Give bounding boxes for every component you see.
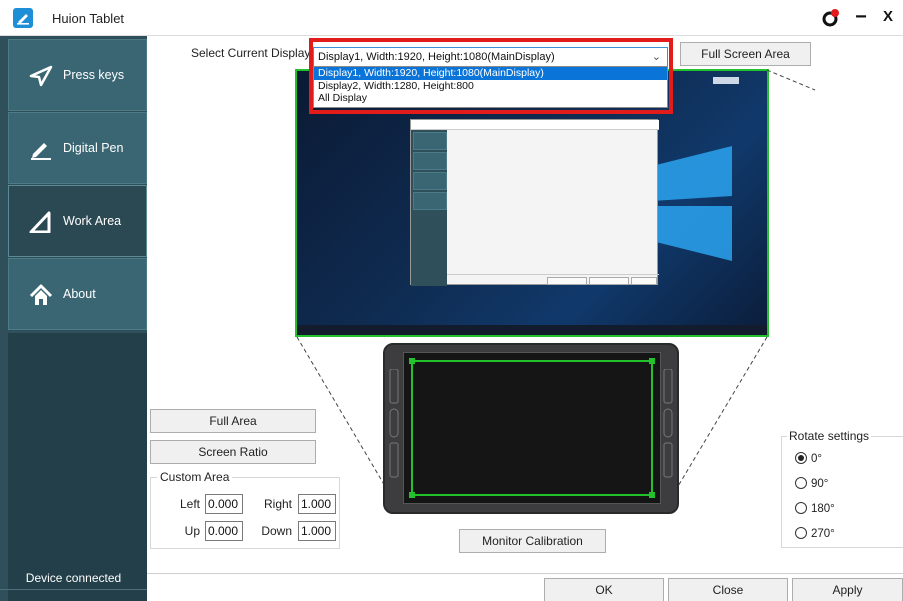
sidebar-item-work-area[interactable]: Work Area: [8, 185, 147, 257]
corner-handle[interactable]: [649, 492, 655, 498]
display-options-list: Display1, Width:1920, Height:1080(MainDi…: [313, 66, 668, 108]
home-icon: [29, 284, 53, 305]
work-area-icon: [29, 211, 51, 233]
display-select-value: Display1, Width:1920, Height:1080(MainDi…: [318, 51, 555, 63]
select-display-label: Select Current Display: [191, 46, 311, 60]
ok-button[interactable]: OK: [544, 578, 664, 601]
rotate-option-90[interactable]: 90°: [795, 477, 828, 490]
rotate-option-label: 270°: [811, 528, 835, 540]
corner-handle[interactable]: [409, 358, 415, 364]
corner-handle[interactable]: [649, 358, 655, 364]
mini-nav-item: [413, 152, 447, 170]
desktop-badge: [713, 77, 739, 84]
radio-button[interactable]: [795, 527, 807, 539]
windows-logo-icon: [652, 146, 732, 261]
rotate-option-label: 180°: [811, 503, 835, 515]
right-field[interactable]: [298, 494, 336, 514]
radio-button[interactable]: [795, 502, 807, 514]
mini-title-bar: [411, 120, 659, 130]
sidebar-item-label: Press keys: [63, 68, 125, 82]
preview-taskbar: [297, 325, 767, 335]
sidebar-item-about[interactable]: About: [8, 258, 147, 330]
tablet-keys-left: [389, 369, 399, 478]
sidebar-item-label: Work Area: [63, 214, 122, 228]
device-status: Device connected: [25, 571, 122, 585]
display-option-display2[interactable]: Display2, Width:1280, Height:800: [314, 80, 667, 93]
sidebar-item-press-keys[interactable]: Press keys: [8, 39, 147, 111]
send-arrow-icon: [29, 65, 53, 87]
sidebar-item-label: About: [63, 287, 96, 301]
rotate-settings-label: Rotate settings: [787, 429, 872, 443]
full-area-button[interactable]: Full Area: [150, 409, 316, 433]
full-screen-area-button[interactable]: Full Screen Area: [680, 42, 811, 66]
tablet-screen: [403, 352, 661, 504]
sidebar-item-digital-pen[interactable]: Digital Pen: [8, 112, 147, 184]
huion-app-icon: [13, 8, 33, 28]
title-bar: Huion Tablet − X: [0, 0, 903, 36]
tablet-active-area[interactable]: [409, 358, 655, 498]
monitor-calibration-button[interactable]: Monitor Calibration: [459, 529, 606, 553]
settings-icon[interactable]: [820, 7, 842, 29]
mini-footer: [447, 274, 659, 286]
display-select[interactable]: Display1, Width:1920, Height:1080(MainDi…: [313, 47, 668, 67]
pen-icon: [31, 143, 51, 160]
tablet-keys-right: [663, 369, 673, 478]
rotate-option-label: 0°: [811, 453, 822, 465]
radio-button[interactable]: [795, 452, 807, 464]
rotate-option-label: 90°: [811, 478, 829, 490]
mini-button: [631, 277, 657, 285]
screen-ratio-button[interactable]: Screen Ratio: [150, 440, 316, 464]
mini-sidebar: [411, 130, 447, 286]
rotate-option-270[interactable]: 270°: [795, 527, 835, 540]
rotate-option-180[interactable]: 180°: [795, 502, 835, 515]
radio-button[interactable]: [795, 477, 807, 489]
close-button[interactable]: Close: [668, 578, 788, 601]
sidebar: Press keys Digital Pen Work Area About D…: [0, 36, 147, 601]
left-field[interactable]: [205, 494, 243, 514]
screen-preview: [295, 69, 769, 337]
sidebar-item-label: Digital Pen: [63, 141, 124, 155]
footer-divider: [147, 573, 903, 574]
tablet-device: [383, 343, 679, 514]
up-label: Up: [184, 524, 200, 538]
mini-nav-item: [413, 192, 447, 210]
custom-area-label: Custom Area: [157, 470, 233, 484]
down-field[interactable]: [298, 521, 336, 541]
close-window-button[interactable]: X: [878, 6, 898, 28]
chevron-down-icon[interactable]: ⌄: [652, 50, 661, 63]
mini-app-window: [410, 119, 659, 286]
mini-button: [589, 277, 629, 285]
display-option-display1[interactable]: Display1, Width:1920, Height:1080(MainDi…: [314, 67, 667, 80]
rotate-option-0[interactable]: 0°: [795, 452, 822, 465]
mini-button: [547, 277, 587, 285]
right-label: Right: [263, 497, 292, 511]
mini-nav-item: [413, 132, 447, 150]
left-label: Left: [179, 497, 200, 511]
display-option-all[interactable]: All Display: [314, 92, 667, 105]
down-label: Down: [261, 524, 292, 538]
sidebar-empty-panel: [8, 333, 147, 601]
corner-handle[interactable]: [409, 492, 415, 498]
up-field[interactable]: [205, 521, 243, 541]
minimize-button[interactable]: −: [851, 6, 871, 28]
mini-nav-item: [413, 172, 447, 190]
window-title: Huion Tablet: [52, 11, 125, 26]
sidebar-divider: [0, 589, 147, 590]
apply-button[interactable]: Apply: [792, 578, 903, 601]
